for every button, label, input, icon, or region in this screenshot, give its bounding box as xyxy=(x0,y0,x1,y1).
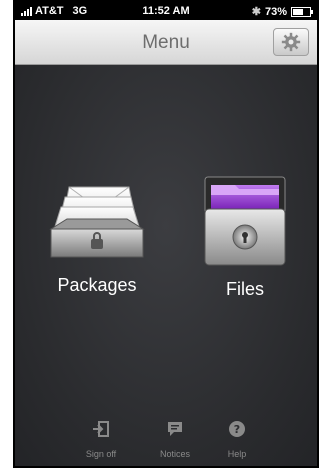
nav-bar: Menu xyxy=(15,20,317,65)
tab-sign-off[interactable]: Sign off xyxy=(71,420,131,462)
gear-icon xyxy=(281,32,301,52)
help-icon: ? xyxy=(229,421,245,437)
tab-sign-off-label: Sign off xyxy=(85,449,117,459)
battery-percent: 73% xyxy=(264,5,287,18)
file-cabinet-icon xyxy=(204,176,286,266)
settings-button[interactable] xyxy=(273,28,309,56)
tab-help[interactable]: ? Help xyxy=(207,420,267,462)
files-tile[interactable]: Files xyxy=(185,175,305,300)
packages-label: Packages xyxy=(57,275,137,295)
speech-bubble-icon xyxy=(168,422,182,436)
bottom-tab-bar: Sign off Notices ? Help xyxy=(15,410,317,466)
package-tray-icon xyxy=(49,186,145,258)
sign-off-icon xyxy=(93,421,109,437)
status-bar: AT&T 3G 11:52 AM ✱ 73% xyxy=(15,2,317,20)
battery-icon xyxy=(291,6,313,17)
packages-tile[interactable]: Packages xyxy=(37,175,157,296)
menu-content: Packages Files Sign off Notices ? Help xyxy=(15,65,317,466)
tab-notices[interactable]: Notices xyxy=(145,420,205,462)
phone-screen: AT&T 3G 11:52 AM ✱ 73% Menu Packages Fil… xyxy=(13,0,319,468)
tab-help-label: Help xyxy=(227,449,247,459)
files-label: Files xyxy=(225,279,264,299)
tab-notices-label: Notices xyxy=(159,449,190,459)
bluetooth-icon: ✱ xyxy=(251,6,261,18)
page-title: Menu xyxy=(142,32,190,53)
battery-status: ✱ 73% xyxy=(251,5,313,18)
svg-text:?: ? xyxy=(234,423,240,436)
